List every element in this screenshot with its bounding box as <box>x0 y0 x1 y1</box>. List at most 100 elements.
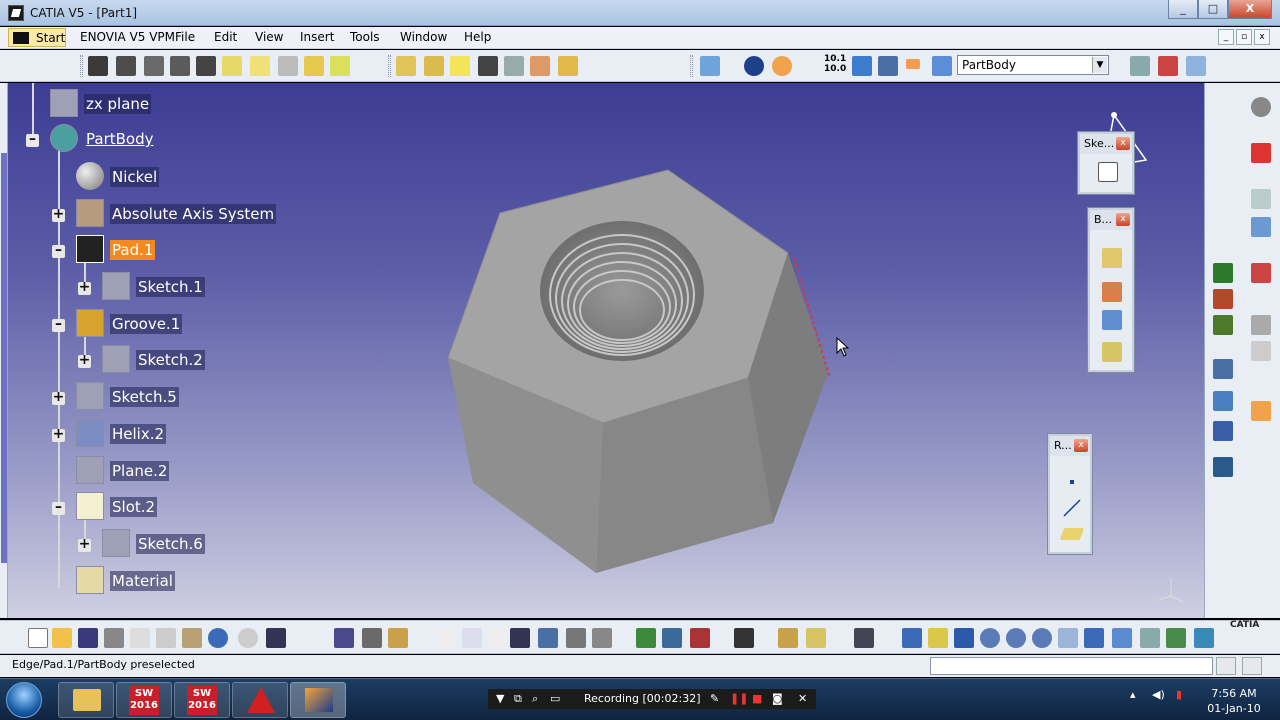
thread-icon[interactable] <box>530 56 550 76</box>
open-folder-icon[interactable] <box>52 628 72 648</box>
remove-loft-icon[interactable] <box>330 56 350 76</box>
status-button[interactable] <box>1216 657 1236 675</box>
sketcher-palette[interactable]: Ske... x <box>1078 132 1134 194</box>
color-icon[interactable] <box>906 59 920 69</box>
doc-close-button[interactable]: x <box>1254 29 1270 45</box>
shaft-icon[interactable] <box>144 56 164 76</box>
pattern-icon[interactable] <box>778 628 798 648</box>
pad-icon[interactable] <box>88 56 108 76</box>
scene-icon[interactable] <box>854 628 874 648</box>
remove-face-icon[interactable] <box>558 56 578 76</box>
surface-op-icon[interactable] <box>1213 315 1233 335</box>
remove-body-icon[interactable] <box>1102 310 1122 330</box>
vertical-scrollbar[interactable] <box>1 153 7 563</box>
paste-icon[interactable] <box>182 628 202 648</box>
measure-readout[interactable]: 10.1 10.0 <box>824 54 846 74</box>
cut-icon[interactable] <box>130 628 150 648</box>
gear-icon[interactable] <box>1251 97 1271 117</box>
intersect-icon[interactable] <box>1102 342 1122 362</box>
expand-toggle[interactable]: + <box>78 353 91 368</box>
formula-icon[interactable] <box>436 628 456 648</box>
normal-view-icon[interactable] <box>1058 628 1078 648</box>
stop-icon[interactable]: ■ <box>752 692 762 705</box>
snap-icon[interactable] <box>1213 457 1233 477</box>
chevron-down-icon[interactable]: ▼ <box>1092 57 1107 73</box>
rotate-icon[interactable] <box>980 628 1000 648</box>
pdf-export-icon[interactable] <box>1251 143 1271 163</box>
create-datum-icon[interactable] <box>362 628 382 648</box>
apply-material-icon[interactable] <box>932 56 952 76</box>
close-icon[interactable]: x <box>1116 137 1130 150</box>
menu-view[interactable]: View <box>255 30 283 44</box>
pause-icon[interactable]: ❚❚ <box>730 692 748 705</box>
pan-icon[interactable] <box>954 628 974 648</box>
windows-start-button[interactable] <box>6 682 42 718</box>
zoom-in-icon[interactable] <box>1006 628 1026 648</box>
apply-material-bottom-icon[interactable] <box>636 628 656 648</box>
toolbar-grip[interactable] <box>690 55 693 77</box>
reference-elements-palette[interactable]: R... x <box>1048 434 1092 554</box>
flag-note-icon[interactable] <box>1158 56 1178 76</box>
multi-view-icon[interactable] <box>1084 628 1104 648</box>
shell-icon[interactable] <box>478 56 498 76</box>
scaling-icon[interactable] <box>806 628 826 648</box>
capture-icon[interactable] <box>734 628 754 648</box>
taskbar-solidworks-2[interactable]: SW 2016 <box>174 682 230 718</box>
sketch-tool-icon[interactable] <box>1098 162 1118 182</box>
hand-icon[interactable] <box>772 56 792 76</box>
save-icon[interactable] <box>78 628 98 648</box>
menu-help[interactable]: Help <box>464 30 491 44</box>
loft-icon[interactable] <box>304 56 324 76</box>
volume-icon[interactable]: ◀) <box>1152 688 1165 701</box>
zoom-out-icon[interactable] <box>1032 628 1052 648</box>
dress-up-icon[interactable] <box>1251 217 1271 237</box>
insert-body-icon[interactable] <box>1213 263 1233 283</box>
boolean-palette[interactable]: B... x <box>1088 208 1134 372</box>
body-selector-dropdown[interactable]: PartBody ▼ <box>957 55 1109 75</box>
collapse-toggle[interactable]: – <box>52 317 65 332</box>
undo-icon[interactable] <box>208 628 228 648</box>
toolbar-grip[interactable] <box>388 55 391 77</box>
render-icon[interactable] <box>662 628 682 648</box>
annotation-icon[interactable] <box>1213 359 1233 379</box>
swirl-icon[interactable] <box>744 56 764 76</box>
transform-icon[interactable] <box>1251 315 1271 335</box>
catalog-icon[interactable] <box>538 628 558 648</box>
menu-edit[interactable]: Edit <box>214 30 237 44</box>
close-icon[interactable]: ✕ <box>798 692 807 705</box>
grid-icon[interactable] <box>1213 421 1233 441</box>
constraint-icon[interactable] <box>1251 263 1271 283</box>
sketch-based-icon[interactable] <box>1251 189 1271 209</box>
iso-view-icon[interactable] <box>1112 628 1132 648</box>
close-icon[interactable]: x <box>1116 213 1130 226</box>
menu-file[interactable]: File <box>175 30 195 44</box>
whats-this-icon[interactable] <box>266 628 286 648</box>
expand-toggle[interactable]: + <box>52 207 65 222</box>
line-icon[interactable] <box>1062 498 1082 518</box>
doc-minimize-button[interactable]: _ <box>1218 29 1234 45</box>
menu-window[interactable]: Window <box>400 30 447 44</box>
expand-toggle[interactable]: + <box>52 390 65 405</box>
system-clock[interactable]: 7:56 AM 01-Jan-10 <box>1200 686 1268 716</box>
only-current-body-icon[interactable] <box>388 628 408 648</box>
doc-restore-button[interactable]: ▫ <box>1236 29 1252 45</box>
chevron-down-icon[interactable]: ▼ <box>496 692 504 705</box>
maximize-button[interactable]: □ <box>1198 0 1228 19</box>
catia-app-icon[interactable] <box>8 5 24 21</box>
menu-tools[interactable]: Tools <box>350 30 380 44</box>
close-button[interactable]: X <box>1228 0 1272 19</box>
fit-all-icon[interactable] <box>928 628 948 648</box>
collapse-toggle[interactable]: – <box>26 132 39 147</box>
menu-start[interactable]: Start <box>8 28 66 47</box>
edge-fillet-icon[interactable] <box>396 56 416 76</box>
stiffener-icon[interactable] <box>278 56 298 76</box>
redo-icon[interactable] <box>238 628 258 648</box>
menu-insert[interactable]: Insert <box>300 30 334 44</box>
render-style-icon[interactable] <box>1140 628 1160 648</box>
boolean-op-icon[interactable] <box>1213 289 1233 309</box>
search-icon[interactable]: ⌕ <box>532 692 538 706</box>
lock-icon[interactable] <box>566 628 586 648</box>
taskbar-autocad[interactable] <box>232 682 288 718</box>
restore-window-icon[interactable]: ⧉ <box>514 692 522 706</box>
toolbar-grip[interactable] <box>80 55 83 77</box>
